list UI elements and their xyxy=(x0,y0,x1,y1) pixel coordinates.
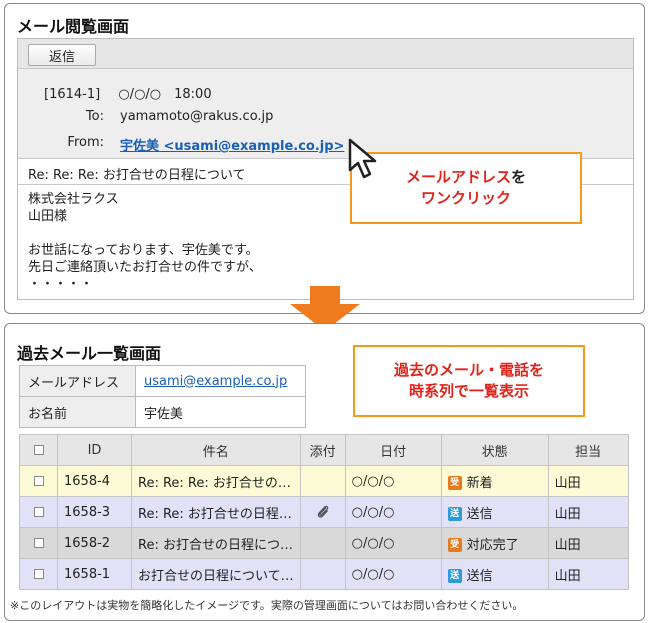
row-subject[interactable]: Re: Re: Re: お打合せの… xyxy=(131,465,301,497)
select-all-cell xyxy=(19,434,58,466)
email-value-cell: usami@example.co.jp xyxy=(135,365,306,397)
row-status: 送信 xyxy=(466,506,493,522)
col-attach[interactable]: 添付 xyxy=(299,434,346,466)
row-checkbox[interactable] xyxy=(33,538,44,548)
callout-suffix: を xyxy=(511,168,527,186)
from-label: From: xyxy=(67,135,104,150)
received-badge: 受 xyxy=(447,476,462,490)
col-status[interactable]: 状態 xyxy=(440,434,549,466)
callout-line2: ワンクリック xyxy=(420,189,511,207)
callout-line2: 時系列で一覧表示 xyxy=(408,382,529,400)
mouse-cursor-icon xyxy=(348,138,377,179)
body-line: お世話になっております、宇佐美です。 xyxy=(28,243,259,258)
row-id: 1658-4 xyxy=(57,465,132,497)
mail-view-title: メール閲覧画面 xyxy=(17,17,130,36)
row-subject[interactable]: Re: Re: お打合せの日程… xyxy=(131,496,301,528)
row-attach xyxy=(299,558,346,590)
row-attach xyxy=(299,465,346,497)
mail-toolbar: 返信 xyxy=(18,39,633,69)
select-all-checkbox[interactable] xyxy=(33,445,44,455)
message-number: [1614-1] xyxy=(44,87,101,102)
row-status-cell: 送送信 xyxy=(440,558,549,590)
body-line: 先日ご連絡頂いたお打合せの件ですが、 xyxy=(28,260,262,275)
timeline-callout: 過去のメール・電話を 時系列で一覧表示 xyxy=(353,345,585,417)
row-owner: 山田 xyxy=(547,465,629,497)
col-date[interactable]: 日付 xyxy=(344,434,442,466)
email-info-row: メールアドレス usami@example.co.jp xyxy=(19,365,306,397)
to-label: To: xyxy=(85,109,104,124)
row-date: ○/○/○ xyxy=(344,558,442,590)
contact-info-table: メールアドレス usami@example.co.jp お名前 宇佐美 xyxy=(19,365,306,428)
row-subject[interactable]: Re: お打合せの日程につ… xyxy=(131,527,301,559)
row-date: ○/○/○ xyxy=(344,527,442,559)
mail-header: [1614-1] ○/○/○ 18:00 To: yamamoto@rakus.… xyxy=(18,69,633,159)
row-id: 1658-2 xyxy=(57,527,132,559)
table-row[interactable]: 1658-2 Re: お打合せの日程につ… ○/○/○ 受対応完了 山田 xyxy=(19,527,629,559)
row-status: 対応完了 xyxy=(466,537,519,553)
sent-badge: 送 xyxy=(447,569,462,583)
callout-line1: 過去のメール・電話を xyxy=(393,361,544,379)
row-status-cell: 受対応完了 xyxy=(440,527,549,559)
table-row[interactable]: 1658-1 お打合せの日程について… ○/○/○ 送送信 山田 xyxy=(19,558,629,590)
received-badge: 受 xyxy=(447,538,462,552)
row-owner: 山田 xyxy=(547,527,629,559)
name-label: お名前 xyxy=(19,396,136,428)
row-subject[interactable]: お打合せの日程について… xyxy=(131,558,301,590)
one-click-callout: メールアドレスを ワンクリック xyxy=(350,152,582,224)
mail-meta: [1614-1] ○/○/○ 18:00 xyxy=(44,83,212,102)
row-select-cell xyxy=(19,527,58,559)
row-attach xyxy=(299,496,346,528)
reply-button[interactable]: 返信 xyxy=(28,44,96,66)
row-select-cell xyxy=(19,465,58,497)
from-address-link[interactable]: 宇佐美 <usami@example.co.jp> xyxy=(120,135,344,154)
table-row[interactable]: 1658-3 Re: Re: お打合せの日程… ○/○/○ 送送信 山田 xyxy=(19,496,629,528)
row-date: ○/○/○ xyxy=(344,496,442,528)
row-status-cell: 受新着 xyxy=(440,465,549,497)
row-owner: 山田 xyxy=(547,496,629,528)
footnote: ※このレイアウトは実物を簡略化したイメージです。実際の管理画面についてはお問い合… xyxy=(10,599,524,612)
paperclip-icon[interactable] xyxy=(316,504,330,520)
mail-datetime: ○/○/○ 18:00 xyxy=(118,87,212,102)
row-checkbox[interactable] xyxy=(33,507,44,517)
col-id[interactable]: ID xyxy=(57,434,132,466)
row-owner: 山田 xyxy=(547,558,629,590)
email-link[interactable]: usami@example.co.jp xyxy=(144,374,287,389)
body-line xyxy=(28,225,262,242)
name-value: 宇佐美 xyxy=(135,396,306,428)
row-checkbox[interactable] xyxy=(33,569,44,579)
mail-body: 株式会社ラクス 山田様 お世話になっております、宇佐美です。 先日ご連絡頂いたお… xyxy=(28,191,262,293)
row-id: 1658-1 xyxy=(57,558,132,590)
row-attach xyxy=(299,527,346,559)
to-value: yamamoto@rakus.co.jp xyxy=(120,109,274,124)
email-label: メールアドレス xyxy=(19,365,136,397)
sent-badge: 送 xyxy=(447,507,462,521)
table-row[interactable]: 1658-4 Re: Re: Re: お打合せの… ○/○/○ 受新着 山田 xyxy=(19,465,629,497)
row-status: 送信 xyxy=(466,568,493,584)
row-select-cell xyxy=(19,496,58,528)
history-table: ID 件名 添付 日付 状態 担当 1658-4 Re: Re: Re: お打合… xyxy=(19,434,629,590)
table-header-row: ID 件名 添付 日付 状態 担当 xyxy=(19,434,629,466)
col-subject[interactable]: 件名 xyxy=(131,434,301,466)
body-line: 山田様 xyxy=(28,209,68,224)
name-info-row: お名前 宇佐美 xyxy=(19,396,306,428)
callout-highlight: メールアドレス xyxy=(405,168,511,186)
row-select-cell xyxy=(19,558,58,590)
body-line: ・・・・・ xyxy=(28,277,94,292)
col-owner[interactable]: 担当 xyxy=(547,434,629,466)
row-status: 新着 xyxy=(466,475,493,491)
row-checkbox[interactable] xyxy=(33,476,44,486)
row-id: 1658-3 xyxy=(57,496,132,528)
body-line: 株式会社ラクス xyxy=(28,192,119,207)
row-status-cell: 送送信 xyxy=(440,496,549,528)
row-date: ○/○/○ xyxy=(344,465,442,497)
history-view-title: 過去メール一覧画面 xyxy=(17,344,162,363)
